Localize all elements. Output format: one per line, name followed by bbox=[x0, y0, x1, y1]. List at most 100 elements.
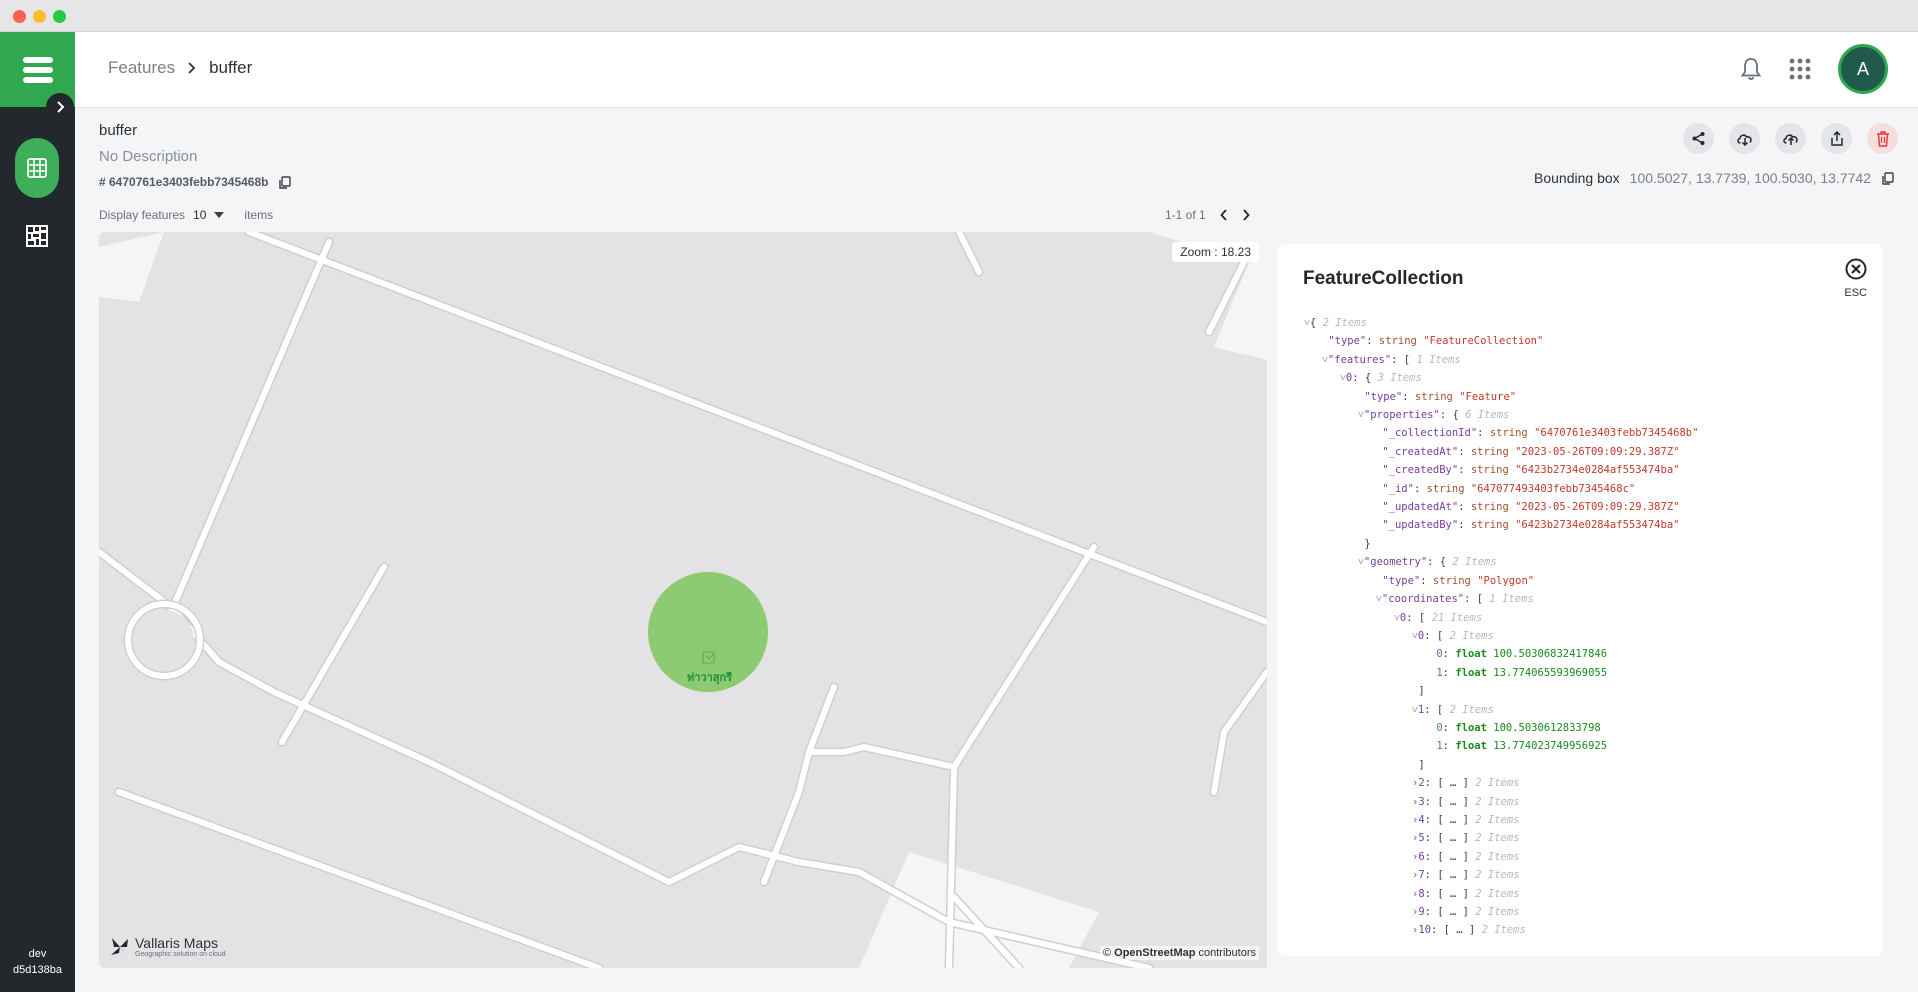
json-bracket: ] bbox=[1418, 758, 1425, 771]
json-line[interactable]: ›4: [ … ] 2 Items bbox=[1304, 811, 1864, 829]
json-key: "properties" bbox=[1363, 409, 1440, 422]
json-line: "_createdBy": string "6423b2734e0284af55… bbox=[1382, 464, 1680, 477]
display-count-select[interactable]: 10 bbox=[193, 208, 206, 222]
sidebar-expand-button[interactable] bbox=[46, 93, 74, 121]
window-close-button[interactable] bbox=[13, 10, 26, 23]
panel-close-button[interactable]: ESC bbox=[1844, 258, 1867, 299]
json-line[interactable]: ˅"properties": { 6 Items bbox=[1304, 406, 1864, 424]
json-item-count: 2 Items bbox=[1475, 906, 1520, 918]
sidebar-item-tiles[interactable] bbox=[15, 214, 59, 258]
json-bracket: [ bbox=[1418, 611, 1426, 624]
caret-down-icon[interactable] bbox=[214, 212, 225, 218]
json-key: "_id" bbox=[1382, 482, 1414, 495]
apps-grid-icon[interactable] bbox=[1788, 57, 1812, 81]
share-button[interactable] bbox=[1683, 123, 1714, 154]
json-bracket: [ bbox=[1476, 593, 1484, 606]
json-line[interactable]: ›6: [ … ] 2 Items bbox=[1304, 848, 1864, 866]
collection-actions bbox=[1683, 123, 1898, 154]
window-zoom-button[interactable] bbox=[53, 10, 66, 23]
feature-json-panel: FeatureCollection ESC ˅{ 2 Items "type":… bbox=[1278, 244, 1883, 956]
display-features-label: Display features bbox=[99, 208, 186, 222]
delete-button[interactable] bbox=[1867, 123, 1898, 154]
json-type: string bbox=[1470, 445, 1509, 458]
export-icon bbox=[1830, 131, 1843, 146]
json-line[interactable]: ˅{ 2 Items bbox=[1304, 314, 1864, 332]
json-key: 5 bbox=[1418, 832, 1425, 845]
json-float-value: 100.5030612833798 bbox=[1493, 721, 1601, 734]
json-line: "_updatedBy": string "6423b2734e0284af55… bbox=[1382, 519, 1680, 532]
json-line[interactable]: ›10: [ … ] 2 Items bbox=[1304, 921, 1864, 939]
json-key: 9 bbox=[1418, 906, 1425, 918]
json-line[interactable]: ˅"features": [ 1 Items bbox=[1304, 351, 1864, 369]
cloud-upload-button[interactable] bbox=[1775, 123, 1806, 154]
bounding-box-label: Bounding box bbox=[1534, 170, 1620, 186]
json-string-value: "6423b2734e0284af553474ba" bbox=[1515, 464, 1680, 477]
json-string-value: "Polygon" bbox=[1477, 574, 1535, 587]
json-bracket: [ … ] bbox=[1437, 887, 1469, 900]
json-string-value: "Feature" bbox=[1459, 390, 1517, 403]
layers-logo-icon bbox=[22, 56, 53, 83]
json-bracket: [ … ] bbox=[1437, 795, 1469, 808]
copy-icon[interactable] bbox=[1881, 171, 1894, 185]
pagination-range: 1-1 of 1 bbox=[1165, 208, 1206, 222]
vallaris-brand: Vallaris Maps Geographic solution on clo… bbox=[109, 935, 226, 958]
json-line: "_createdAt": string "2023-05-26T09:09:2… bbox=[1382, 445, 1680, 458]
user-avatar[interactable]: A bbox=[1838, 44, 1888, 94]
json-line[interactable]: ˅"geometry": { 2 Items bbox=[1304, 553, 1864, 571]
breadcrumb-features-link[interactable]: Features bbox=[108, 58, 175, 78]
esc-hint: ESC bbox=[1844, 287, 1867, 299]
json-type: float bbox=[1455, 648, 1487, 661]
json-item-count: 1 Items bbox=[1489, 593, 1534, 606]
window-minimize-button[interactable] bbox=[33, 10, 46, 23]
cloud-upload-icon bbox=[1782, 134, 1798, 145]
json-item-count: 2 Items bbox=[1449, 629, 1494, 642]
json-line[interactable]: ›3: [ … ] 2 Items bbox=[1304, 793, 1864, 811]
json-type: string bbox=[1470, 501, 1509, 514]
json-item-count: 2 Items bbox=[1475, 850, 1520, 863]
json-line[interactable]: ›5: [ … ] 2 Items bbox=[1304, 829, 1864, 847]
json-key: "type" bbox=[1328, 335, 1367, 348]
json-index: 0 bbox=[1436, 648, 1443, 661]
json-line: 1: float 13.774023749956925 bbox=[1436, 740, 1608, 753]
json-line[interactable]: ›2: [ … ] 2 Items bbox=[1304, 774, 1864, 792]
json-line[interactable]: ˅"coordinates": [ 1 Items bbox=[1304, 590, 1864, 608]
json-key: 0 bbox=[1399, 611, 1407, 624]
json-line: 1: float 13.774065593969055 bbox=[1436, 666, 1608, 679]
json-line[interactable]: ›9: [ … ] 2 Items bbox=[1304, 903, 1864, 921]
json-type: float bbox=[1455, 740, 1487, 753]
json-bracket: [ bbox=[1436, 703, 1444, 716]
chevron-left-icon[interactable] bbox=[1219, 209, 1228, 221]
json-type: float bbox=[1455, 721, 1487, 734]
brand-tagline: Geographic solution on cloud bbox=[135, 951, 226, 958]
map-view[interactable]: Zoom : 18.23 ท่าวาสุกรี Vallaris Maps Ge… bbox=[99, 232, 1267, 968]
json-bracket: { bbox=[1364, 372, 1372, 385]
copy-icon[interactable] bbox=[278, 175, 292, 189]
json-key: 3 bbox=[1418, 795, 1425, 808]
json-line[interactable]: ›8: [ … ] 2 Items bbox=[1304, 885, 1864, 903]
json-line[interactable]: ˅1: [ 2 Items bbox=[1304, 701, 1864, 719]
bell-icon[interactable] bbox=[1740, 57, 1762, 81]
json-key: 2 bbox=[1418, 777, 1425, 790]
environment-info: dev d5d138ba bbox=[0, 946, 75, 978]
place-label: ท่าวาสุกรี bbox=[687, 672, 733, 684]
json-line[interactable]: ˅0: [ 21 Items bbox=[1304, 609, 1864, 627]
export-button[interactable] bbox=[1821, 123, 1852, 154]
json-bracket: { bbox=[1452, 409, 1459, 422]
json-bracket: } bbox=[1364, 537, 1371, 550]
json-line: } bbox=[1304, 535, 1864, 553]
openstreetmap-link[interactable]: OpenStreetMap bbox=[1114, 947, 1195, 959]
json-line[interactable]: ˅0: [ 2 Items bbox=[1304, 627, 1864, 645]
json-item-count: 2 Items bbox=[1475, 887, 1520, 900]
json-type: string bbox=[1489, 427, 1528, 440]
json-key: "_createdBy" bbox=[1382, 464, 1459, 477]
json-line[interactable]: ˅0: { 3 Items bbox=[1304, 369, 1864, 387]
json-float-value: 13.774065593969055 bbox=[1493, 666, 1608, 679]
json-line[interactable]: ›7: [ … ] 2 Items bbox=[1304, 866, 1864, 884]
json-index: 1 bbox=[1436, 740, 1443, 753]
json-key: "coordinates" bbox=[1381, 593, 1465, 606]
json-tree: ˅{ 2 Items "type": string "FeatureCollec… bbox=[1304, 314, 1864, 940]
json-key: "type" bbox=[1382, 574, 1421, 587]
sidebar-item-features[interactable] bbox=[15, 138, 59, 198]
chevron-right-icon[interactable] bbox=[1242, 209, 1250, 221]
cloud-download-button[interactable] bbox=[1729, 123, 1760, 154]
